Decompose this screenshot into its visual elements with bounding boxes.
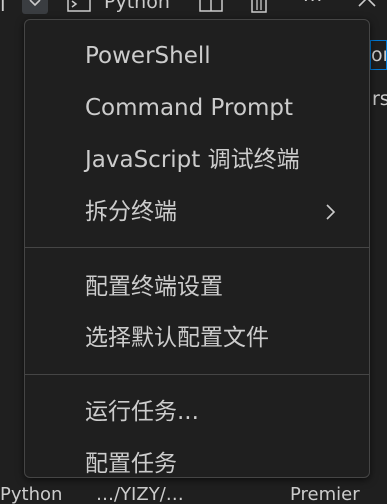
menu-item-run-task[interactable]: 运行任务... xyxy=(25,388,369,436)
menu-item-select-default-profile[interactable]: 选择默认配置文件 xyxy=(25,314,369,362)
trash-icon[interactable] xyxy=(248,0,270,18)
menu-item-javascript-debug-terminal[interactable]: JavaScript 调试终端 xyxy=(25,136,369,184)
menu-item-label: 配置终端设置 xyxy=(85,274,223,300)
menu-item-powershell[interactable]: PowerShell xyxy=(25,32,369,80)
background-text-fragment: rs xyxy=(372,88,387,110)
menu-item-command-prompt[interactable]: Command Prompt xyxy=(25,84,369,132)
menu-separator xyxy=(25,247,369,248)
terminal-name-label[interactable]: Python xyxy=(104,0,170,13)
menu-item-configure-terminal-settings[interactable]: 配置终端设置 xyxy=(25,263,369,311)
launch-profile-dropdown-button[interactable] xyxy=(22,0,48,14)
terminal-icon xyxy=(67,0,91,18)
background-tab-label: on xyxy=(371,44,386,66)
toolbar-edge-glyph: ı xyxy=(0,0,6,16)
terminal-toolbar: ı Python ··· xyxy=(0,0,387,16)
more-actions-icon[interactable]: ··· xyxy=(303,0,323,11)
menu-separator xyxy=(25,374,369,375)
menu-item-label: 拆分终端 xyxy=(85,199,177,225)
menu-item-configure-tasks[interactable]: 配置任务 xyxy=(25,440,369,488)
menu-item-label: 选择默认配置文件 xyxy=(85,325,269,351)
chevron-down-icon xyxy=(29,0,41,7)
menu-item-label: JavaScript 调试终端 xyxy=(85,147,300,173)
menu-item-label: 运行任务... xyxy=(85,399,199,425)
menu-item-label: Command Prompt xyxy=(85,95,294,121)
menu-item-label: 配置任务 xyxy=(85,451,177,477)
maximize-panel-icon[interactable] xyxy=(356,0,378,14)
launch-profile-menu: PowerShell Command Prompt JavaScript 调试终… xyxy=(24,19,370,478)
menu-item-split-terminal[interactable]: 拆分终端 xyxy=(25,188,369,236)
split-terminal-icon[interactable] xyxy=(199,0,223,18)
background-editor-tab[interactable]: on xyxy=(370,40,387,70)
chevron-right-icon xyxy=(326,204,336,220)
terminal-panel: ı Python ··· o rs Python …/YIZY/… Premie… xyxy=(0,0,387,504)
menu-item-label: PowerShell xyxy=(85,43,211,69)
